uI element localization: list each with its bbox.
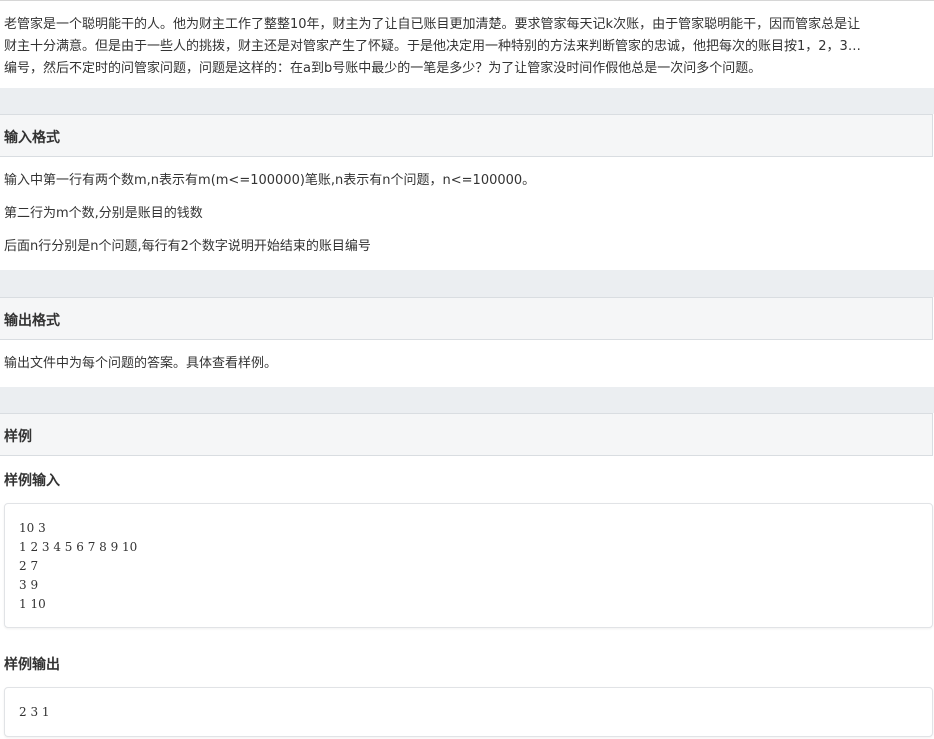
sample-output-title: 样例输出 <box>4 657 60 673</box>
sample-input-line: 1 2 3 4 5 6 7 8 9 10 <box>19 540 138 554</box>
problem-description: 老管家是一个聪明能干的人。他为财主工作了整整10年，财主为了让自已账目更加清楚。… <box>4 14 928 80</box>
sample-input-line: 3 9 <box>19 578 39 592</box>
sample-input-box[interactable]: 10 3 1 2 3 4 5 6 7 8 9 10 2 7 3 9 1 10 <box>4 503 933 628</box>
output-format-line: 输出文件中为每个问题的答案。具体查看样例。 <box>4 356 278 371</box>
input-format-line: 第二行为m个数,分别是账目的钱数 <box>4 206 203 221</box>
description-line: 财主十分满意。但是由于一些人的挑拨，财主还是对管家产生了怀疑。于是他决定用一种特… <box>4 39 861 54</box>
section-spacer <box>0 270 934 297</box>
sample-output-box[interactable]: 2 3 1 <box>4 687 933 737</box>
sample-input-line: 2 7 <box>19 559 39 573</box>
top-divider <box>0 0 934 1</box>
description-line: 编号，然后不定时的问管家问题，问题是这样的：在a到b号账中最少的一笔是多少？为了… <box>4 61 762 76</box>
section-spacer <box>0 88 934 114</box>
input-format-header: 输入格式 <box>0 114 933 157</box>
input-format-line: 输入中第一行有两个数m,n表示有m(m<=100000)笔账,n表示有n个问题，… <box>4 173 536 188</box>
sample-input-title: 样例输入 <box>4 473 60 489</box>
problem-page: 老管家是一个聪明能干的人。他为财主工作了整整10年，财主为了让自已账目更加清楚。… <box>0 0 934 739</box>
sample-title: 样例 <box>4 429 32 445</box>
sample-input-line: 10 3 <box>19 521 46 535</box>
section-spacer <box>0 387 934 413</box>
description-line: 老管家是一个聪明能干的人。他为财主工作了整整10年，财主为了让自已账目更加清楚。… <box>4 17 861 32</box>
input-format-title: 输入格式 <box>4 130 60 146</box>
sample-output-line: 2 3 1 <box>19 705 50 719</box>
output-format-header: 输出格式 <box>0 297 933 340</box>
output-format-title: 输出格式 <box>4 313 60 329</box>
input-format-line: 后面n行分别是n个问题,每行有2个数字说明开始结束的账目编号 <box>4 239 371 254</box>
sample-input-line: 1 10 <box>19 597 46 611</box>
sample-header: 样例 <box>0 413 933 456</box>
